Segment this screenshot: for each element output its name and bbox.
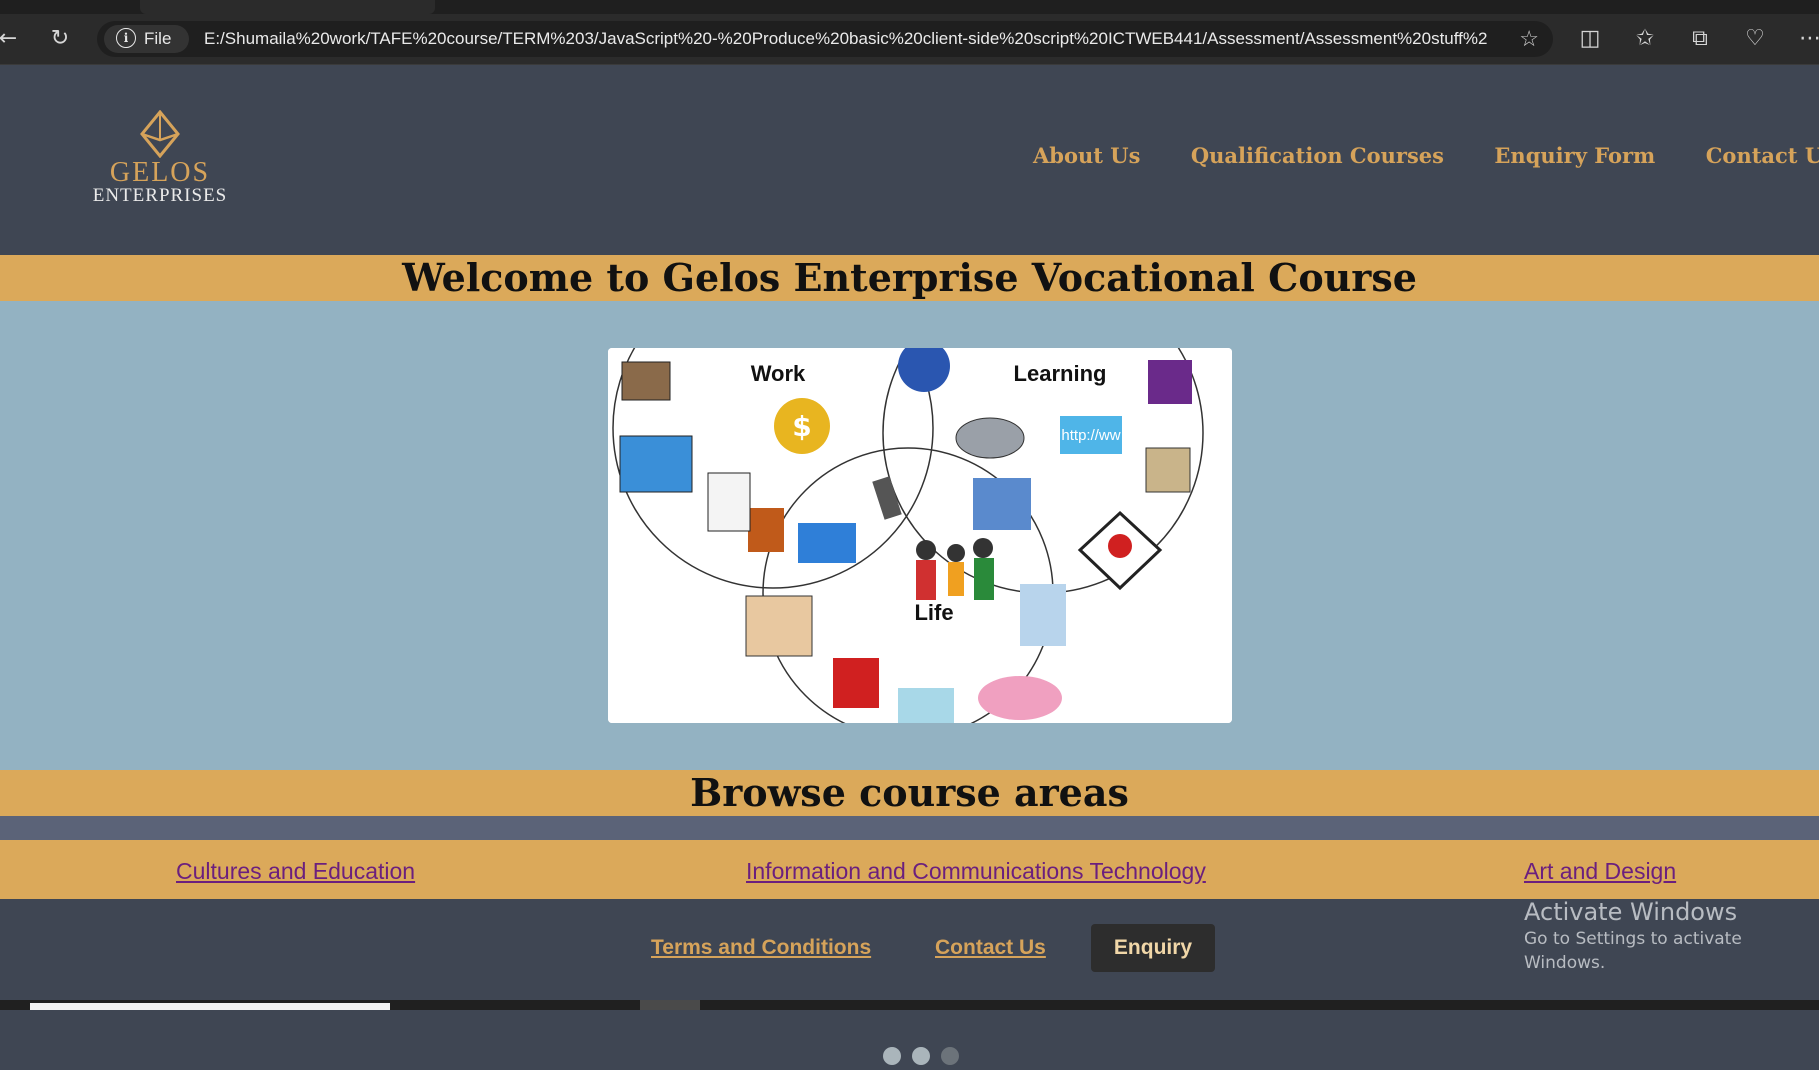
course-link-art-design[interactable]: Art and Design <box>1524 858 1676 885</box>
carousel-dot[interactable] <box>941 1047 959 1065</box>
venn-label-learning: Learning <box>1014 361 1107 386</box>
logo-text-gelos: GELOS <box>109 157 211 188</box>
more-menu-icon[interactable]: ⋯ <box>1796 25 1819 53</box>
browse-heading: Browse course areas <box>0 770 1819 816</box>
carousel-indicators <box>883 1047 970 1070</box>
browser-toolbar: ← ↻ i File E:/Shumaila%20work/TAFE%20cour… <box>0 14 1819 65</box>
diamond-logo-icon <box>140 110 180 158</box>
site-info-label: File <box>144 29 172 48</box>
main-nav: About Us Qualification Courses Enquiry F… <box>1033 143 1819 168</box>
course-link-cultures-education[interactable]: Cultures and Education <box>176 858 415 885</box>
favorite-star-icon[interactable]: ☆ <box>1519 25 1539 53</box>
divider-strip <box>0 816 1819 840</box>
logo-text-enterprises: ENTERPRISES <box>92 185 228 206</box>
course-link-ict[interactable]: Information and Communications Technolog… <box>746 858 1206 885</box>
carousel-slide[interactable]: Work Learning Life $ http://ww <box>608 348 1232 723</box>
site-header: GELOS ENTERPRISES About Us Qualification… <box>0 65 1819 255</box>
refresh-icon[interactable]: ↻ <box>46 25 74 53</box>
site-info-chip[interactable]: i File <box>104 25 189 53</box>
work-learning-life-venn-image: Work Learning Life $ http://ww <box>608 348 1232 723</box>
footer-contact-link[interactable]: Contact Us <box>935 936 1046 960</box>
svg-text:$: $ <box>792 410 811 443</box>
taskbar-app[interactable] <box>640 1000 700 1010</box>
url-text[interactable]: E:/Shumaila%20work/TAFE%20course/TERM%20… <box>204 21 1489 57</box>
carousel-section: Work Learning Life $ http://ww <box>0 301 1819 1065</box>
collections-icon[interactable]: ⧉ <box>1686 25 1714 53</box>
nav-enquiry-form[interactable]: Enquiry Form <box>1494 143 1655 168</box>
venn-label-work: Work <box>751 361 806 386</box>
browser-essentials-icon[interactable]: ♡ <box>1741 25 1769 53</box>
course-areas: Cultures and Education Information and C… <box>0 840 1819 899</box>
browser-tab-strip <box>0 0 1819 14</box>
http-badge-text: http://ww <box>1061 427 1120 444</box>
footer-enquiry-button[interactable]: Enquiry <box>1091 924 1215 972</box>
info-icon: i <box>116 28 136 49</box>
carousel-dot[interactable] <box>912 1047 930 1065</box>
split-screen-icon[interactable]: ◫ <box>1576 25 1604 53</box>
nav-contact-us[interactable]: Contact Us <box>1706 143 1819 168</box>
activate-windows-watermark: Activate Windows Go to Settings to activ… <box>1524 897 1819 975</box>
nav-qualification-courses[interactable]: Qualification Courses <box>1191 143 1444 168</box>
activate-subtitle: Go to Settings to activate Windows. <box>1524 929 1742 973</box>
browser-tab[interactable] <box>140 0 435 14</box>
back-icon[interactable]: ← <box>0 25 22 53</box>
nav-about-us[interactable]: About Us <box>1033 143 1140 168</box>
gelos-logo[interactable]: GELOS ENTERPRISES <box>70 110 250 210</box>
activate-title: Activate Windows <box>1524 898 1738 926</box>
favorites-icon[interactable]: ✩ <box>1631 25 1659 53</box>
welcome-heading: Welcome to Gelos Enterprise Vocational C… <box>0 255 1819 301</box>
venn-label-life: Life <box>914 600 953 625</box>
taskbar-window[interactable] <box>30 1003 390 1010</box>
carousel-dot[interactable] <box>883 1047 901 1065</box>
footer-terms-link[interactable]: Terms and Conditions <box>651 936 871 960</box>
address-bar[interactable]: i File E:/Shumaila%20work/TAFE%20course/T… <box>97 21 1553 57</box>
taskbar <box>0 1000 1819 1010</box>
